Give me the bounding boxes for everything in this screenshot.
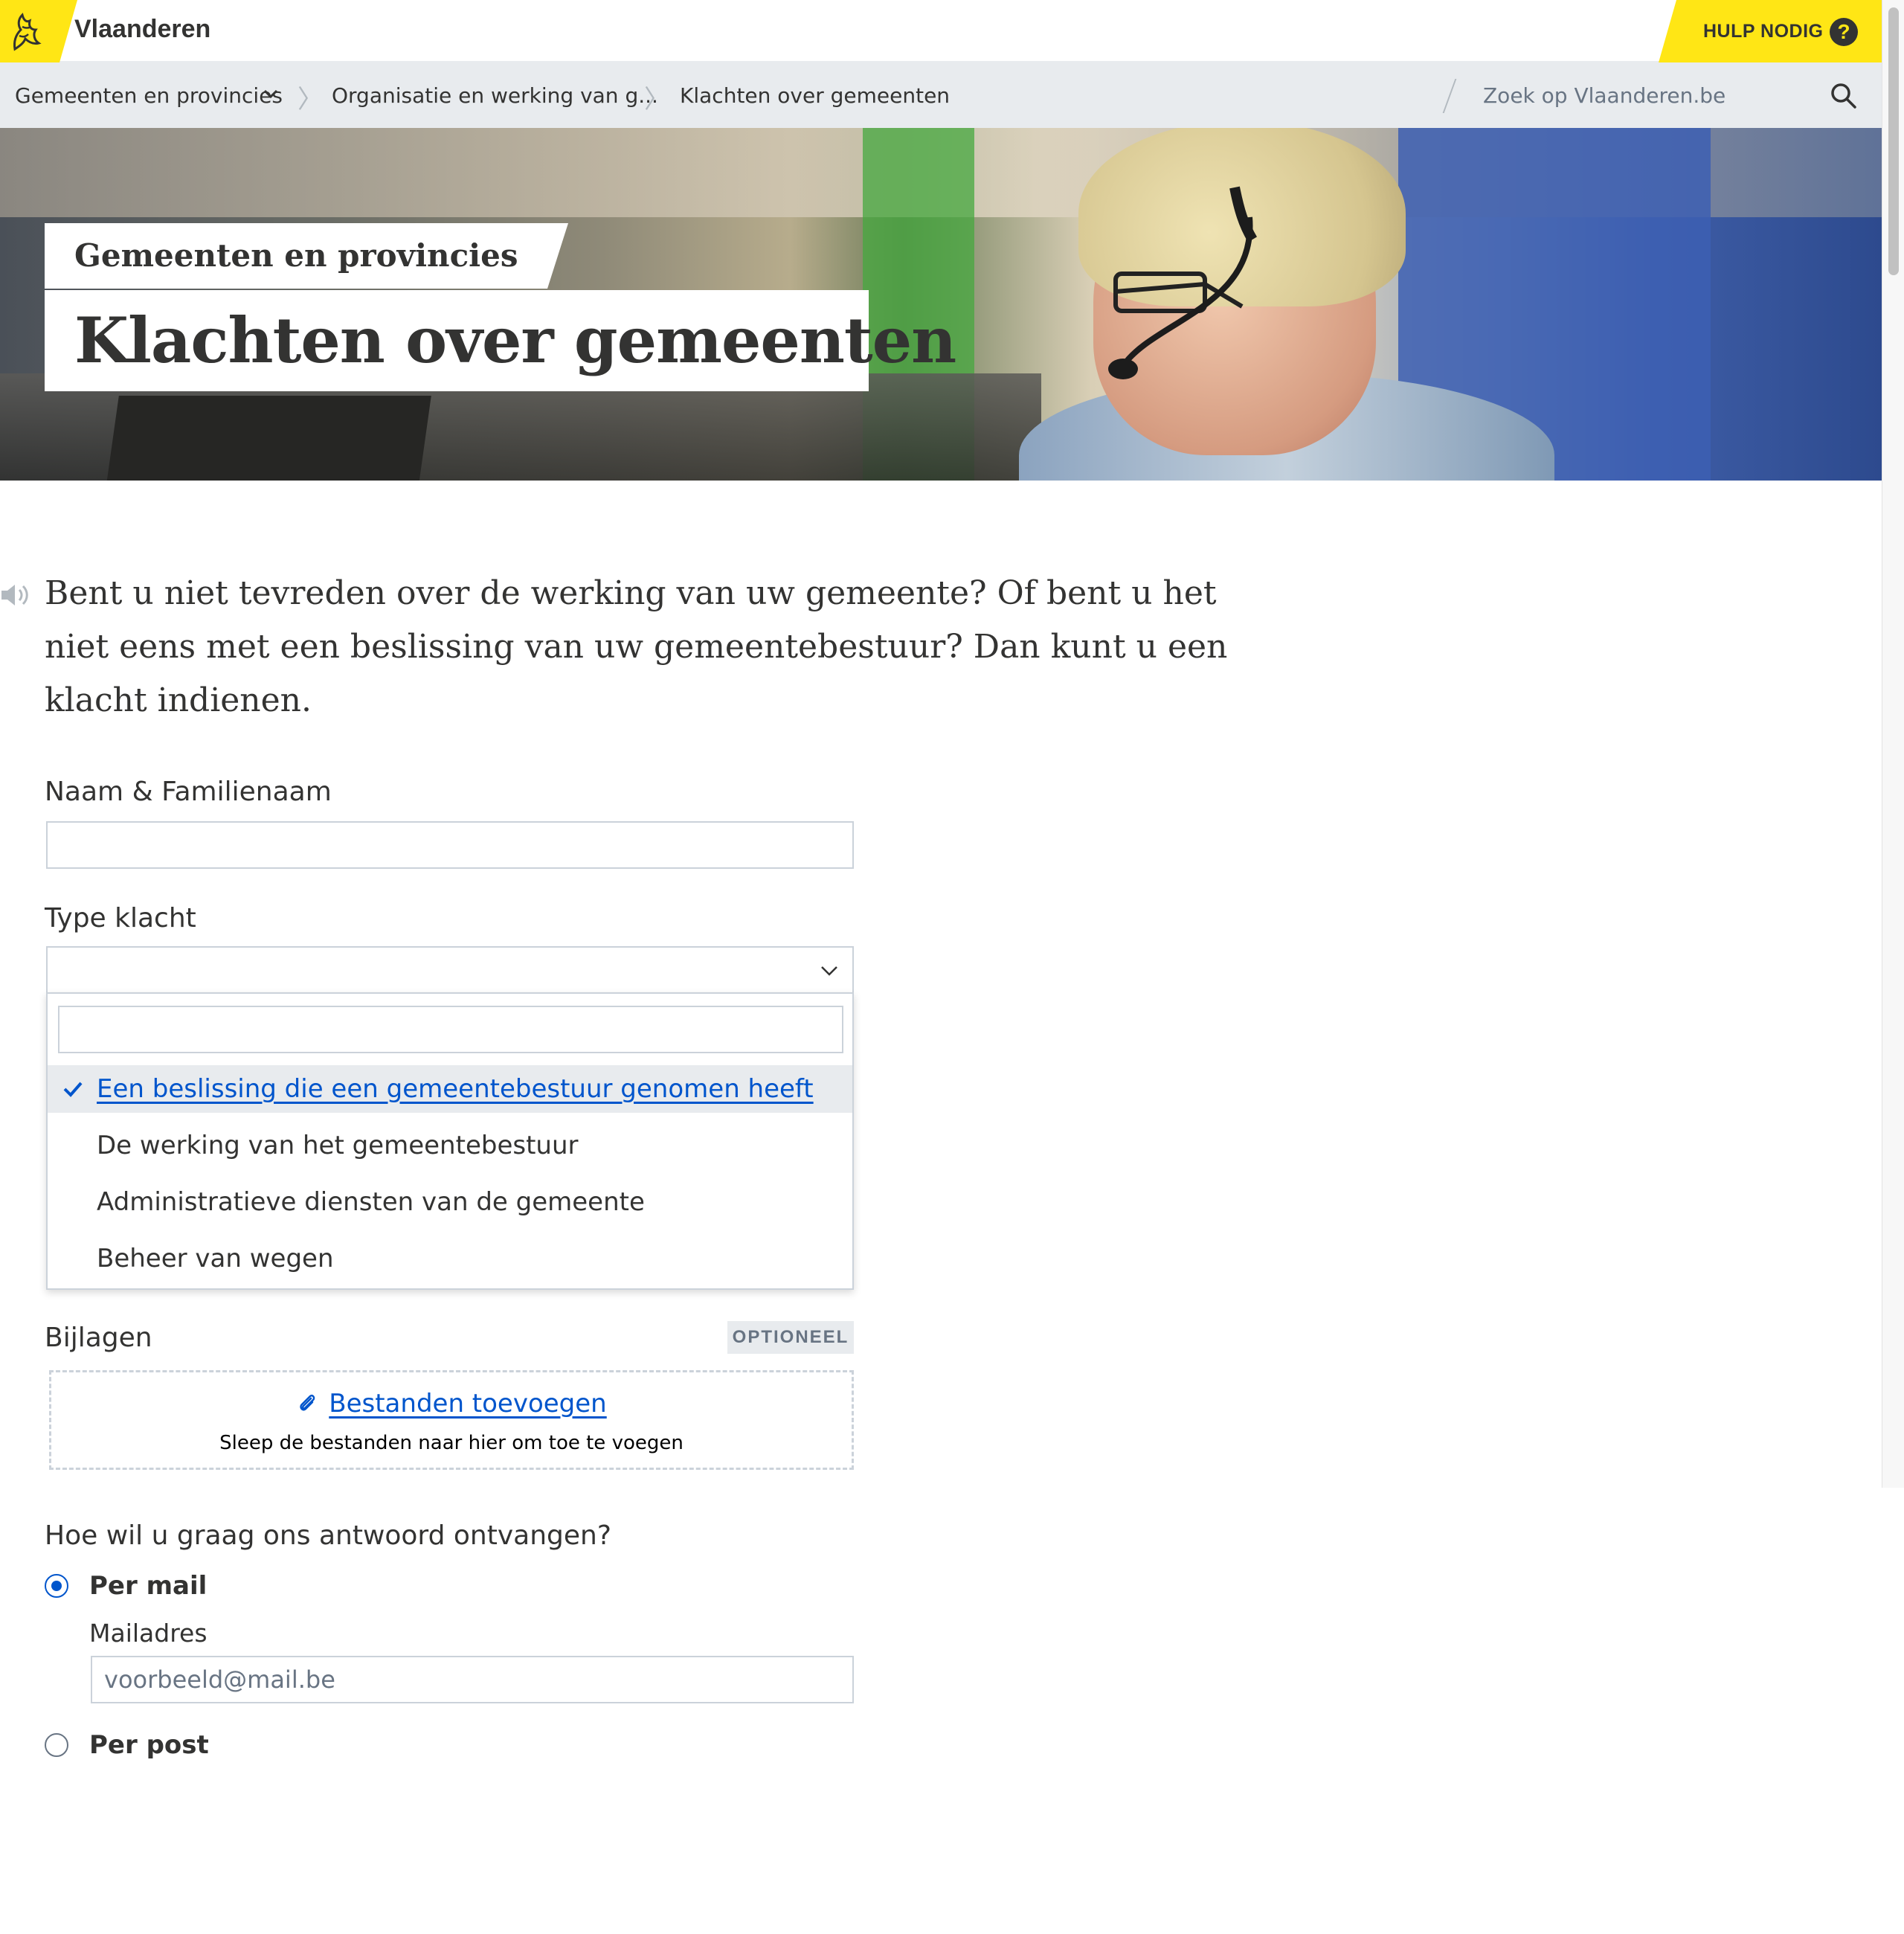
breadcrumb-item-gemeenten[interactable]: Gemeenten en provincies <box>15 83 283 108</box>
breadcrumb-item-organisatie[interactable]: Organisatie en werking van g... <box>332 83 658 108</box>
optional-badge: OPTIONEEL <box>727 1321 854 1354</box>
name-input[interactable] <box>46 821 854 869</box>
name-label: Naam & Familienaam <box>45 777 332 807</box>
dropdown-option[interactable]: Een beslissing die een gemeentebestuur g… <box>48 1065 852 1113</box>
help-label: HULP NODIG <box>1703 21 1824 42</box>
dropdown-search-input[interactable] <box>58 1006 843 1053</box>
breadcrumb-separator: 〉 <box>644 85 669 115</box>
type-klacht-select[interactable] <box>46 946 854 994</box>
file-dropzone[interactable]: Bestanden toevoegen Sleep de bestanden n… <box>49 1370 854 1470</box>
scrollbar-thumb[interactable] <box>1888 7 1899 275</box>
page-scrollbar[interactable] <box>1882 0 1904 1488</box>
page-title: Klachten over gemeenten <box>74 303 956 377</box>
paperclip-icon <box>300 1394 315 1411</box>
email-label: Mailadres <box>89 1619 208 1648</box>
checkmark-icon <box>63 1082 83 1097</box>
attachments-label: Bijlagen <box>45 1323 152 1353</box>
type-klacht-dropdown: Een beslissing die een gemeentebestuur g… <box>46 992 854 1290</box>
flemish-lion-icon <box>13 13 42 51</box>
breadcrumb-separator: 〉 <box>298 85 323 115</box>
hero-subtitle[interactable]: Gemeenten en provincies <box>74 237 518 274</box>
dropdown-option-label: De werking van het gemeentebestuur <box>97 1131 579 1160</box>
radio-per-post[interactable] <box>45 1733 68 1757</box>
dropdown-option[interactable]: Beheer van wegen <box>48 1235 852 1282</box>
hero-title-box: Klachten over gemeenten <box>45 290 956 391</box>
top-bar: Vlaanderen HULP NODIG ? <box>0 0 1882 62</box>
question-icon: ? <box>1830 18 1858 46</box>
breadcrumb-item-klachten: Klachten over gemeenten <box>680 83 951 108</box>
chevron-down-icon[interactable] <box>262 85 280 103</box>
hero-subtitle-box: Gemeenten en provincies <box>45 223 569 289</box>
logo[interactable] <box>0 0 77 62</box>
dropdown-option[interactable]: De werking van het gemeentebestuur <box>48 1122 852 1169</box>
radio-per-mail-label[interactable]: Per mail <box>89 1571 207 1601</box>
radio-per-mail[interactable] <box>45 1574 68 1598</box>
dropdown-option[interactable]: Administratieve diensten van de gemeente <box>48 1178 852 1226</box>
brand-name[interactable]: Vlaanderen <box>74 15 210 44</box>
hero-photo-monitor <box>104 396 431 481</box>
dropdown-option-label: Een beslissing die een gemeentebestuur g… <box>97 1074 814 1104</box>
type-klacht-label: Type klacht <box>45 903 196 934</box>
help-button[interactable]: HULP NODIG ? <box>1659 0 1882 62</box>
reply-method-question: Hoe wil u graag ons antwoord ontvangen? <box>45 1520 611 1551</box>
speaker-icon[interactable] <box>0 582 31 608</box>
dropdown-option-label: Beheer van wegen <box>97 1244 334 1273</box>
dropzone-hint: Sleep de bestanden naar hier om toe te v… <box>219 1432 684 1454</box>
email-input[interactable]: voorbeeld@mail.be <box>91 1656 854 1703</box>
add-files-link[interactable]: Bestanden toevoegen <box>51 1389 852 1419</box>
search-divider <box>1442 79 1457 113</box>
search-icon[interactable] <box>1830 82 1858 110</box>
radio-per-post-label[interactable]: Per post <box>89 1730 209 1760</box>
headset-illustration <box>1108 186 1258 379</box>
search-input[interactable]: Zoek op Vlaanderen.be <box>1483 83 1726 108</box>
breadcrumb-bar: Gemeenten en provincies 〉 Organisatie en… <box>0 62 1882 128</box>
dropdown-option-label: Administratieve diensten van de gemeente <box>97 1187 645 1217</box>
intro-text: Bent u niet tevreden over de werking van… <box>45 574 1228 719</box>
add-files-label: Bestanden toevoegen <box>329 1389 607 1419</box>
chevron-down-icon <box>821 966 837 976</box>
